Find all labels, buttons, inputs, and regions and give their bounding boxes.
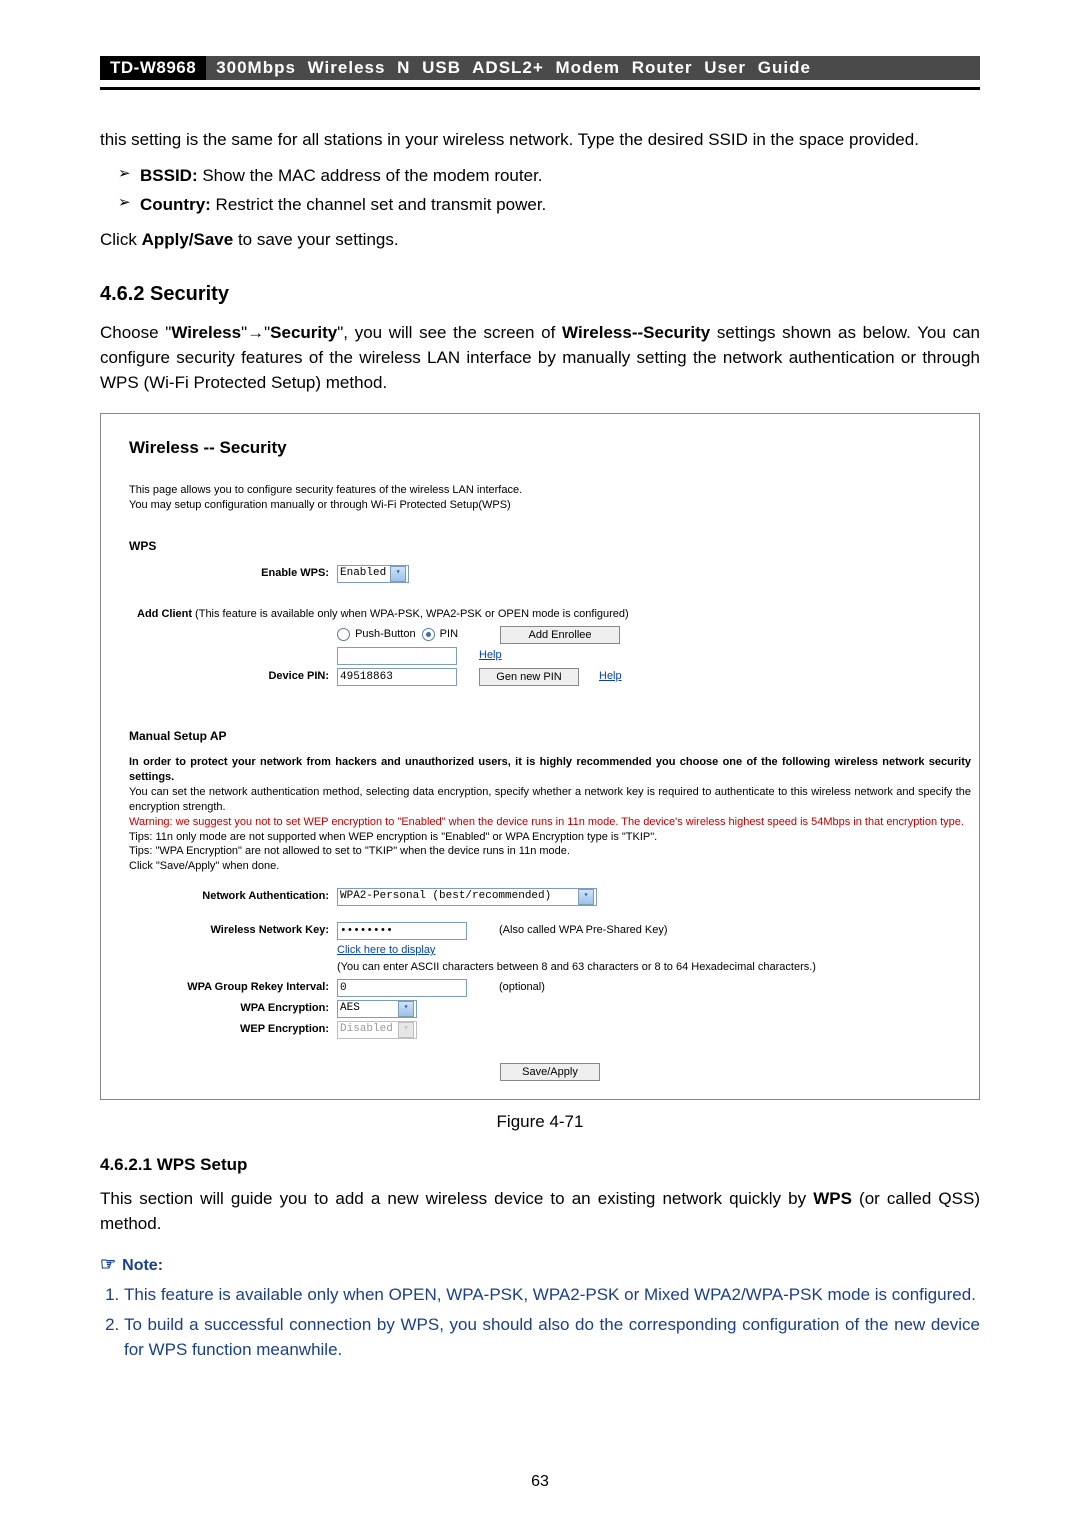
radio-label: PIN <box>440 628 458 640</box>
section-heading-462: 4.6.2 Security <box>100 280 980 309</box>
add-enrollee-button[interactable]: Add Enrollee <box>500 626 620 644</box>
note-label: Note: <box>122 1257 163 1274</box>
preshared-key-note: (Also called WPA Pre-Shared Key) <box>499 923 668 939</box>
pointing-hand-icon: ☞ <box>100 1254 116 1274</box>
radio-pin[interactable]: PIN <box>422 627 458 643</box>
page-header: TD-W8968 300Mbps Wireless N USB ADSL2+ M… <box>100 55 980 90</box>
select-value: Enabled <box>340 566 386 582</box>
text: Choose " <box>100 323 171 342</box>
select-value: WPA2-Personal (best/recommended) <box>340 889 551 905</box>
text: You can set the network authentication m… <box>129 785 971 815</box>
warning-text: Warning: we suggest you not to set WEP e… <box>129 815 971 830</box>
list-item: BSSID: Show the MAC address of the modem… <box>122 163 980 189</box>
device-pin-label: Device PIN: <box>129 669 337 685</box>
chevron-down-icon: ▾ <box>578 889 594 905</box>
text: Tips: 11n only mode are not supported wh… <box>129 830 971 845</box>
enable-wps-select[interactable]: Enabled ▾ <box>337 565 409 583</box>
radio-pushbutton[interactable]: Push-Button <box>337 627 416 643</box>
list-item: This feature is available only when OPEN… <box>124 1283 980 1308</box>
click-to-display-link[interactable]: Click here to display <box>337 943 435 959</box>
key-hint: (You can enter ASCII characters between … <box>337 960 816 976</box>
network-auth-select[interactable]: WPA2-Personal (best/recommended) ▾ <box>337 888 597 906</box>
wep-enc-label: WEP Encryption: <box>129 1022 337 1038</box>
figure-description: This page allows you to configure securi… <box>129 483 971 514</box>
note-list: This feature is available only when OPEN… <box>100 1283 980 1363</box>
radio-icon <box>422 628 435 641</box>
text: This section will guide you to add a new… <box>100 1189 813 1208</box>
text: (This feature is available only when WPA… <box>192 608 629 620</box>
help-link[interactable]: Help <box>599 669 622 685</box>
section-462-body: Choose "Wireless"→"Security", you will s… <box>100 321 980 395</box>
text: Click <box>100 230 142 249</box>
text: Security <box>270 323 337 342</box>
radio-label: Push-Button <box>355 628 416 640</box>
text: Wireless--Security <box>562 323 710 342</box>
desc-country: Restrict the channel set and transmit po… <box>211 195 546 214</box>
section-heading-4621: 4.6.2.1 WPS Setup <box>100 1153 980 1178</box>
note-heading: ☞ Note: <box>100 1251 980 1277</box>
figure-4-71: Wireless -- Security This page allows yo… <box>100 413 980 1100</box>
page-number: 63 <box>0 1473 1080 1491</box>
select-value: AES <box>340 1001 360 1017</box>
help-link[interactable]: Help <box>479 648 502 664</box>
network-key-label: Wireless Network Key: <box>129 923 337 939</box>
manual-note: In order to protect your network from ha… <box>129 755 971 874</box>
text: Tips: "WPA Encryption" are not allowed t… <box>129 844 971 859</box>
apply-line: Click Apply/Save to save your settings. <box>100 228 980 253</box>
enable-wps-label: Enable WPS: <box>129 566 337 582</box>
text: You may setup configuration manually or … <box>129 498 971 513</box>
chevron-down-icon: ▾ <box>398 1022 414 1038</box>
chevron-down-icon: ▾ <box>390 566 406 582</box>
wep-enc-select: Disabled ▾ <box>337 1021 417 1039</box>
list-item: To build a successful connection by WPS,… <box>124 1313 980 1362</box>
select-value: Disabled <box>340 1022 393 1038</box>
term-bssid: BSSID: <box>140 166 198 185</box>
feature-list: BSSID: Show the MAC address of the modem… <box>100 163 980 218</box>
intro-paragraph: this setting is the same for all station… <box>100 128 980 153</box>
wps-setup-body: This section will guide you to add a new… <box>100 1187 980 1236</box>
wpa-enc-label: WPA Encryption: <box>129 1001 337 1017</box>
chevron-down-icon: ▾ <box>398 1001 414 1017</box>
figure-title: Wireless -- Security <box>129 436 971 461</box>
rekey-input[interactable] <box>337 979 467 997</box>
figure-caption: Figure 4-71 <box>100 1110 980 1135</box>
optional-note: (optional) <box>499 980 545 996</box>
text: Add Client <box>137 608 192 620</box>
save-apply-button[interactable]: Save/Apply <box>500 1063 600 1081</box>
header-title: 300Mbps Wireless N USB ADSL2+ Modem Rout… <box>206 56 980 80</box>
text: In order to protect your network from ha… <box>129 756 971 783</box>
device-pin-input[interactable] <box>337 668 457 686</box>
header-model: TD-W8968 <box>100 56 206 80</box>
add-client-line: Add Client (This feature is available on… <box>137 607 629 623</box>
list-item: Country: Restrict the channel set and tr… <box>122 192 980 218</box>
apply-save-bold: Apply/Save <box>142 230 234 249</box>
term-country: Country: <box>140 195 211 214</box>
manual-setup-heading: Manual Setup AP <box>129 728 971 745</box>
text: ", you will see the screen of <box>337 323 562 342</box>
network-auth-label: Network Authentication: <box>129 889 337 905</box>
radio-icon <box>337 628 350 641</box>
text: This page allows you to configure securi… <box>129 483 971 498</box>
text: to save your settings. <box>233 230 398 249</box>
arrow-icon: "→" <box>241 323 270 342</box>
text: WPS <box>813 1189 852 1208</box>
wpa-enc-select[interactable]: AES ▾ <box>337 1000 417 1018</box>
text: Wireless <box>171 323 241 342</box>
text: Click "Save/Apply" when done. <box>129 859 971 874</box>
rekey-label: WPA Group Rekey Interval: <box>129 980 337 996</box>
network-key-input[interactable] <box>337 922 467 940</box>
enrollee-input[interactable] <box>337 647 457 665</box>
gen-new-pin-button[interactable]: Gen new PIN <box>479 668 579 686</box>
wps-heading: WPS <box>129 538 971 555</box>
desc-bssid: Show the MAC address of the modem router… <box>198 166 543 185</box>
